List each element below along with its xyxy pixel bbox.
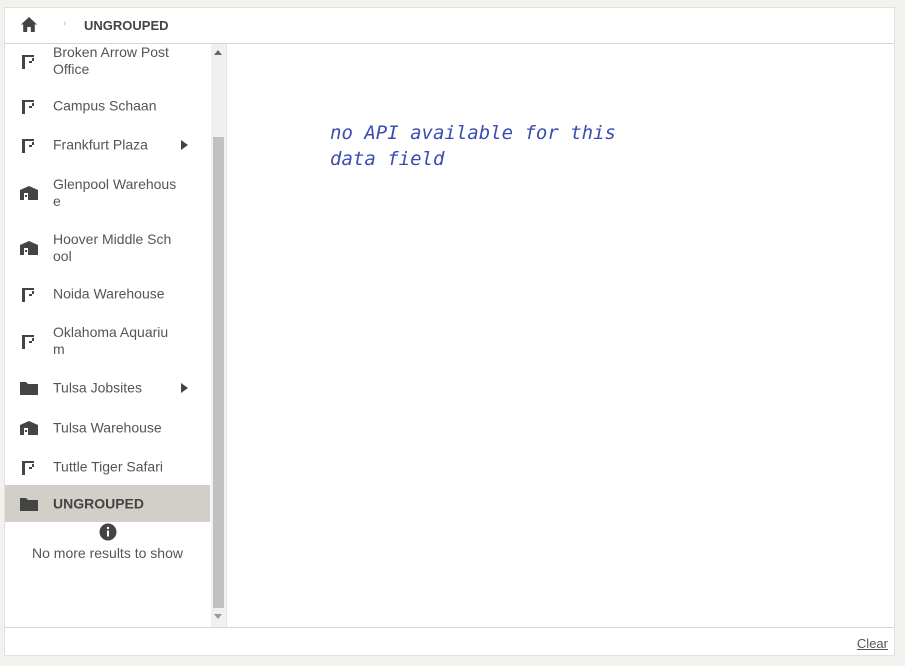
list-item-label: Oklahoma Aquarium [53, 323, 169, 357]
folder-icon [19, 495, 39, 513]
list-item[interactable]: Broken Arrow Post Office [5, 44, 210, 86]
list-item[interactable]: Oklahoma Aquarium [5, 313, 210, 368]
list-item-selected[interactable]: UNGROUPED [5, 485, 210, 522]
sidebar-scrollbar[interactable] [211, 44, 226, 627]
expand-arrow-icon[interactable] [181, 383, 188, 393]
list-item[interactable]: Tuttle Tiger Safari [5, 448, 210, 485]
list-item-label: Campus Schaan [53, 97, 157, 113]
sidebar: Broken Arrow Post Office Campus Schaan F… [5, 44, 227, 627]
scroll-thumb[interactable] [213, 137, 224, 608]
list-item[interactable]: Glenpool Warehouse [5, 165, 210, 220]
list-item[interactable]: Hoover Middle School [5, 220, 210, 275]
list-item[interactable]: Noida Warehouse [5, 275, 210, 313]
crane-icon [19, 52, 39, 70]
list-item-label: UNGROUPED [53, 495, 145, 511]
warehouse-icon [19, 184, 39, 202]
folder-icon [19, 379, 39, 397]
location-picker-panel: › UNGROUPED Broken Arrow Post Office Cam… [4, 7, 895, 656]
warehouse-icon [19, 239, 39, 257]
no-more-results: No more results to show [5, 523, 210, 561]
breadcrumb-separator: › [63, 18, 67, 29]
expand-arrow-icon[interactable] [181, 140, 188, 150]
list-item-label: Hoover Middle School [53, 230, 172, 264]
crane-icon [19, 97, 39, 115]
footer: Clear [5, 627, 894, 655]
no-api-note: no API available for this data field [330, 122, 616, 170]
crane-icon [19, 285, 39, 303]
list-item-label: Tuttle Tiger Safari [53, 458, 163, 474]
list-item-label: Tulsa Jobsites [53, 379, 142, 396]
info-icon [99, 523, 117, 541]
no-more-results-text: No more results to show [32, 545, 183, 561]
list-item[interactable]: Frankfurt Plaza [5, 125, 210, 165]
crane-icon [19, 136, 39, 154]
breadcrumb: › UNGROUPED [5, 8, 894, 44]
list-item[interactable]: Tulsa Jobsites [5, 368, 210, 408]
clear-link[interactable]: Clear [857, 636, 888, 651]
breadcrumb-current: UNGROUPED [84, 18, 169, 33]
main-content: no API available for this data field [227, 44, 894, 627]
list-item-label: Frankfurt Plaza [53, 136, 148, 153]
crane-icon [19, 332, 39, 350]
scroll-up-icon[interactable] [214, 50, 222, 55]
home-icon[interactable] [20, 16, 38, 33]
list-item-label: Glenpool Warehouse [53, 175, 177, 209]
list-item-label: Noida Warehouse [53, 285, 165, 302]
scroll-down-icon[interactable] [214, 614, 222, 619]
crane-icon [19, 458, 39, 476]
location-list: Broken Arrow Post Office Campus Schaan F… [5, 44, 210, 522]
warehouse-icon [19, 419, 39, 437]
list-item-label: Tulsa Warehouse [53, 419, 162, 436]
list-item[interactable]: Tulsa Warehouse [5, 408, 210, 448]
list-item[interactable]: Campus Schaan [5, 86, 210, 125]
list-item-label: Broken Arrow Post Office [53, 44, 169, 77]
